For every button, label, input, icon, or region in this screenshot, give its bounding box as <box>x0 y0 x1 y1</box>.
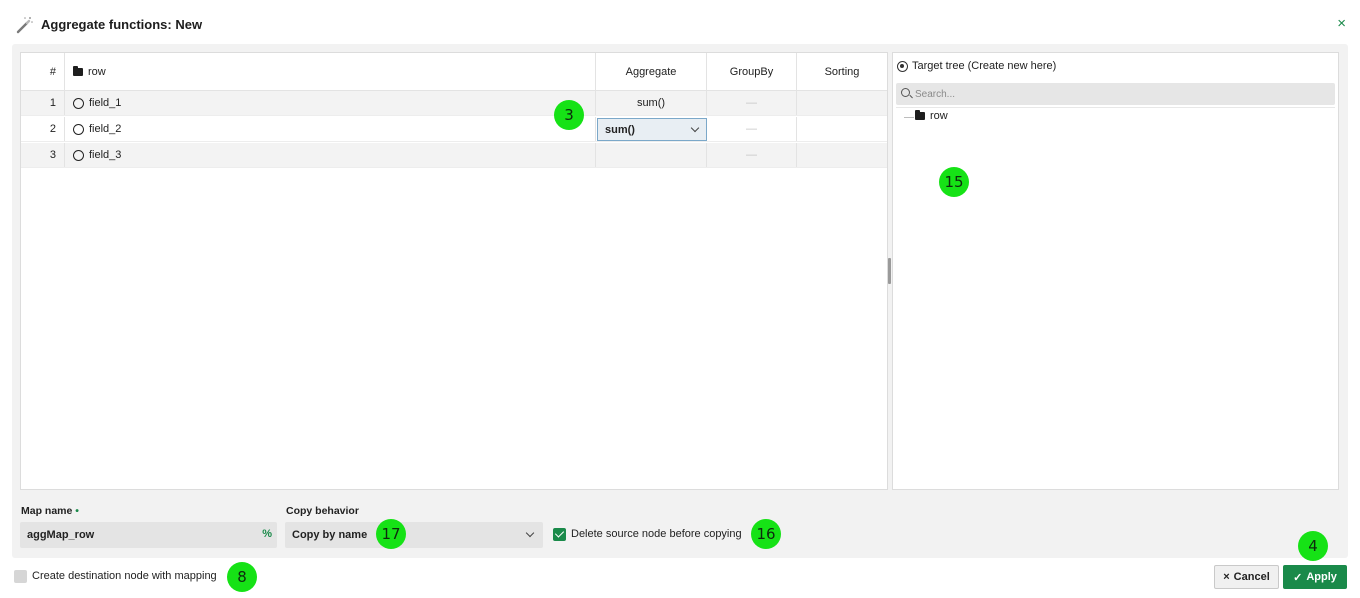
row-sorting[interactable] <box>797 143 887 167</box>
tree-search[interactable] <box>896 83 1335 105</box>
row-field-label: field_2 <box>89 123 122 135</box>
map-name-label-text: Map name <box>21 505 73 517</box>
search-input[interactable] <box>915 86 1315 102</box>
cancel-button-label: Cancel <box>1233 571 1270 583</box>
grid-header: # row Aggregate GroupBy Sorting <box>21 53 887 91</box>
header-aggregate[interactable]: Aggregate <box>596 53 707 90</box>
row-field: field_2 <box>65 117 596 141</box>
row-field: field_1 <box>65 91 596 115</box>
field-circle-icon <box>73 149 84 161</box>
row-sorting[interactable] <box>797 117 887 141</box>
field-circle-icon <box>73 97 84 109</box>
chevron-down-icon <box>525 528 535 538</box>
search-icon <box>901 88 910 97</box>
copy-behavior-label: Copy behavior <box>286 505 359 517</box>
copy-behavior-select[interactable]: Copy by name <box>285 522 543 548</box>
table-row[interactable]: 1 field_1 sum() — <box>21 91 887 116</box>
tree-node-label: row <box>930 110 948 122</box>
annotation-marker-3: 3 <box>554 100 584 130</box>
divider <box>896 107 1335 108</box>
check-icon: ✓ <box>1293 571 1303 584</box>
tree-node-row[interactable]: row <box>915 110 948 122</box>
annotation-marker-17: 17 <box>376 519 406 549</box>
apply-button[interactable]: ✓ Apply <box>1283 565 1347 589</box>
row-groupby[interactable]: — <box>707 143 797 167</box>
magic-wand-icon <box>16 17 33 34</box>
target-tree-radio[interactable] <box>897 61 908 72</box>
mapping-grid: # row Aggregate GroupBy Sorting 1 field_… <box>20 52 888 490</box>
table-row[interactable]: 2 field_2 sum() — <box>21 117 887 142</box>
header-groupby[interactable]: GroupBy <box>707 53 797 90</box>
row-num: 3 <box>21 143 65 167</box>
row-field-label: field_1 <box>89 97 122 109</box>
chevron-down-icon <box>690 123 700 133</box>
close-icon: × <box>1223 571 1230 583</box>
panel-splitter-handle[interactable] <box>888 258 891 284</box>
create-destination-label[interactable]: Create destination node with mapping <box>32 570 217 582</box>
row-aggregate[interactable]: sum() <box>596 91 707 115</box>
close-icon[interactable]: × <box>1337 16 1346 31</box>
delete-source-label[interactable]: Delete source node before copying <box>571 528 742 540</box>
tree-connector <box>904 117 914 118</box>
map-name-value: aggMap_row <box>27 529 95 541</box>
required-indicator: • <box>75 505 79 517</box>
field-circle-icon <box>73 123 84 135</box>
delete-source-checkbox[interactable] <box>553 528 566 541</box>
annotation-marker-16: 16 <box>751 519 781 549</box>
create-destination-checkbox[interactable] <box>14 570 27 583</box>
row-groupby[interactable]: — <box>707 117 797 141</box>
folder-icon <box>73 65 83 76</box>
apply-button-label: Apply <box>1306 571 1337 583</box>
dialog-header: Aggregate functions: New × <box>0 0 1360 44</box>
header-name[interactable]: row <box>65 53 596 90</box>
row-sorting[interactable] <box>797 91 887 115</box>
annotation-marker-4: 4 <box>1298 531 1328 561</box>
header-num: # <box>21 53 65 90</box>
annotation-marker-15: 15 <box>939 167 969 197</box>
copy-behavior-value: Copy by name <box>292 529 368 541</box>
row-groupby[interactable]: — <box>707 91 797 115</box>
row-field-label: field_3 <box>89 149 122 161</box>
annotation-marker-8: 8 <box>227 562 257 592</box>
row-aggregate[interactable] <box>596 143 707 167</box>
header-name-label: row <box>88 65 106 78</box>
map-name-label: Map name • <box>21 505 79 517</box>
cancel-button[interactable]: × Cancel <box>1214 565 1279 589</box>
map-name-field[interactable]: aggMap_row % <box>20 522 277 548</box>
header-sorting[interactable]: Sorting <box>797 53 887 90</box>
row-field: field_3 <box>65 143 596 167</box>
folder-icon <box>915 110 925 120</box>
target-tree-panel: Target tree (Create new here) row <box>892 52 1339 490</box>
target-tree-label[interactable]: Target tree (Create new here) <box>912 60 1056 72</box>
table-row[interactable]: 3 field_3 — <box>21 143 887 168</box>
row-num: 1 <box>21 91 65 115</box>
aggregate-select-value: sum() <box>605 123 635 136</box>
dialog-title: Aggregate functions: New <box>41 17 203 32</box>
percent-icon[interactable]: % <box>262 528 272 540</box>
row-num: 2 <box>21 117 65 141</box>
aggregate-select[interactable]: sum() <box>597 118 707 141</box>
